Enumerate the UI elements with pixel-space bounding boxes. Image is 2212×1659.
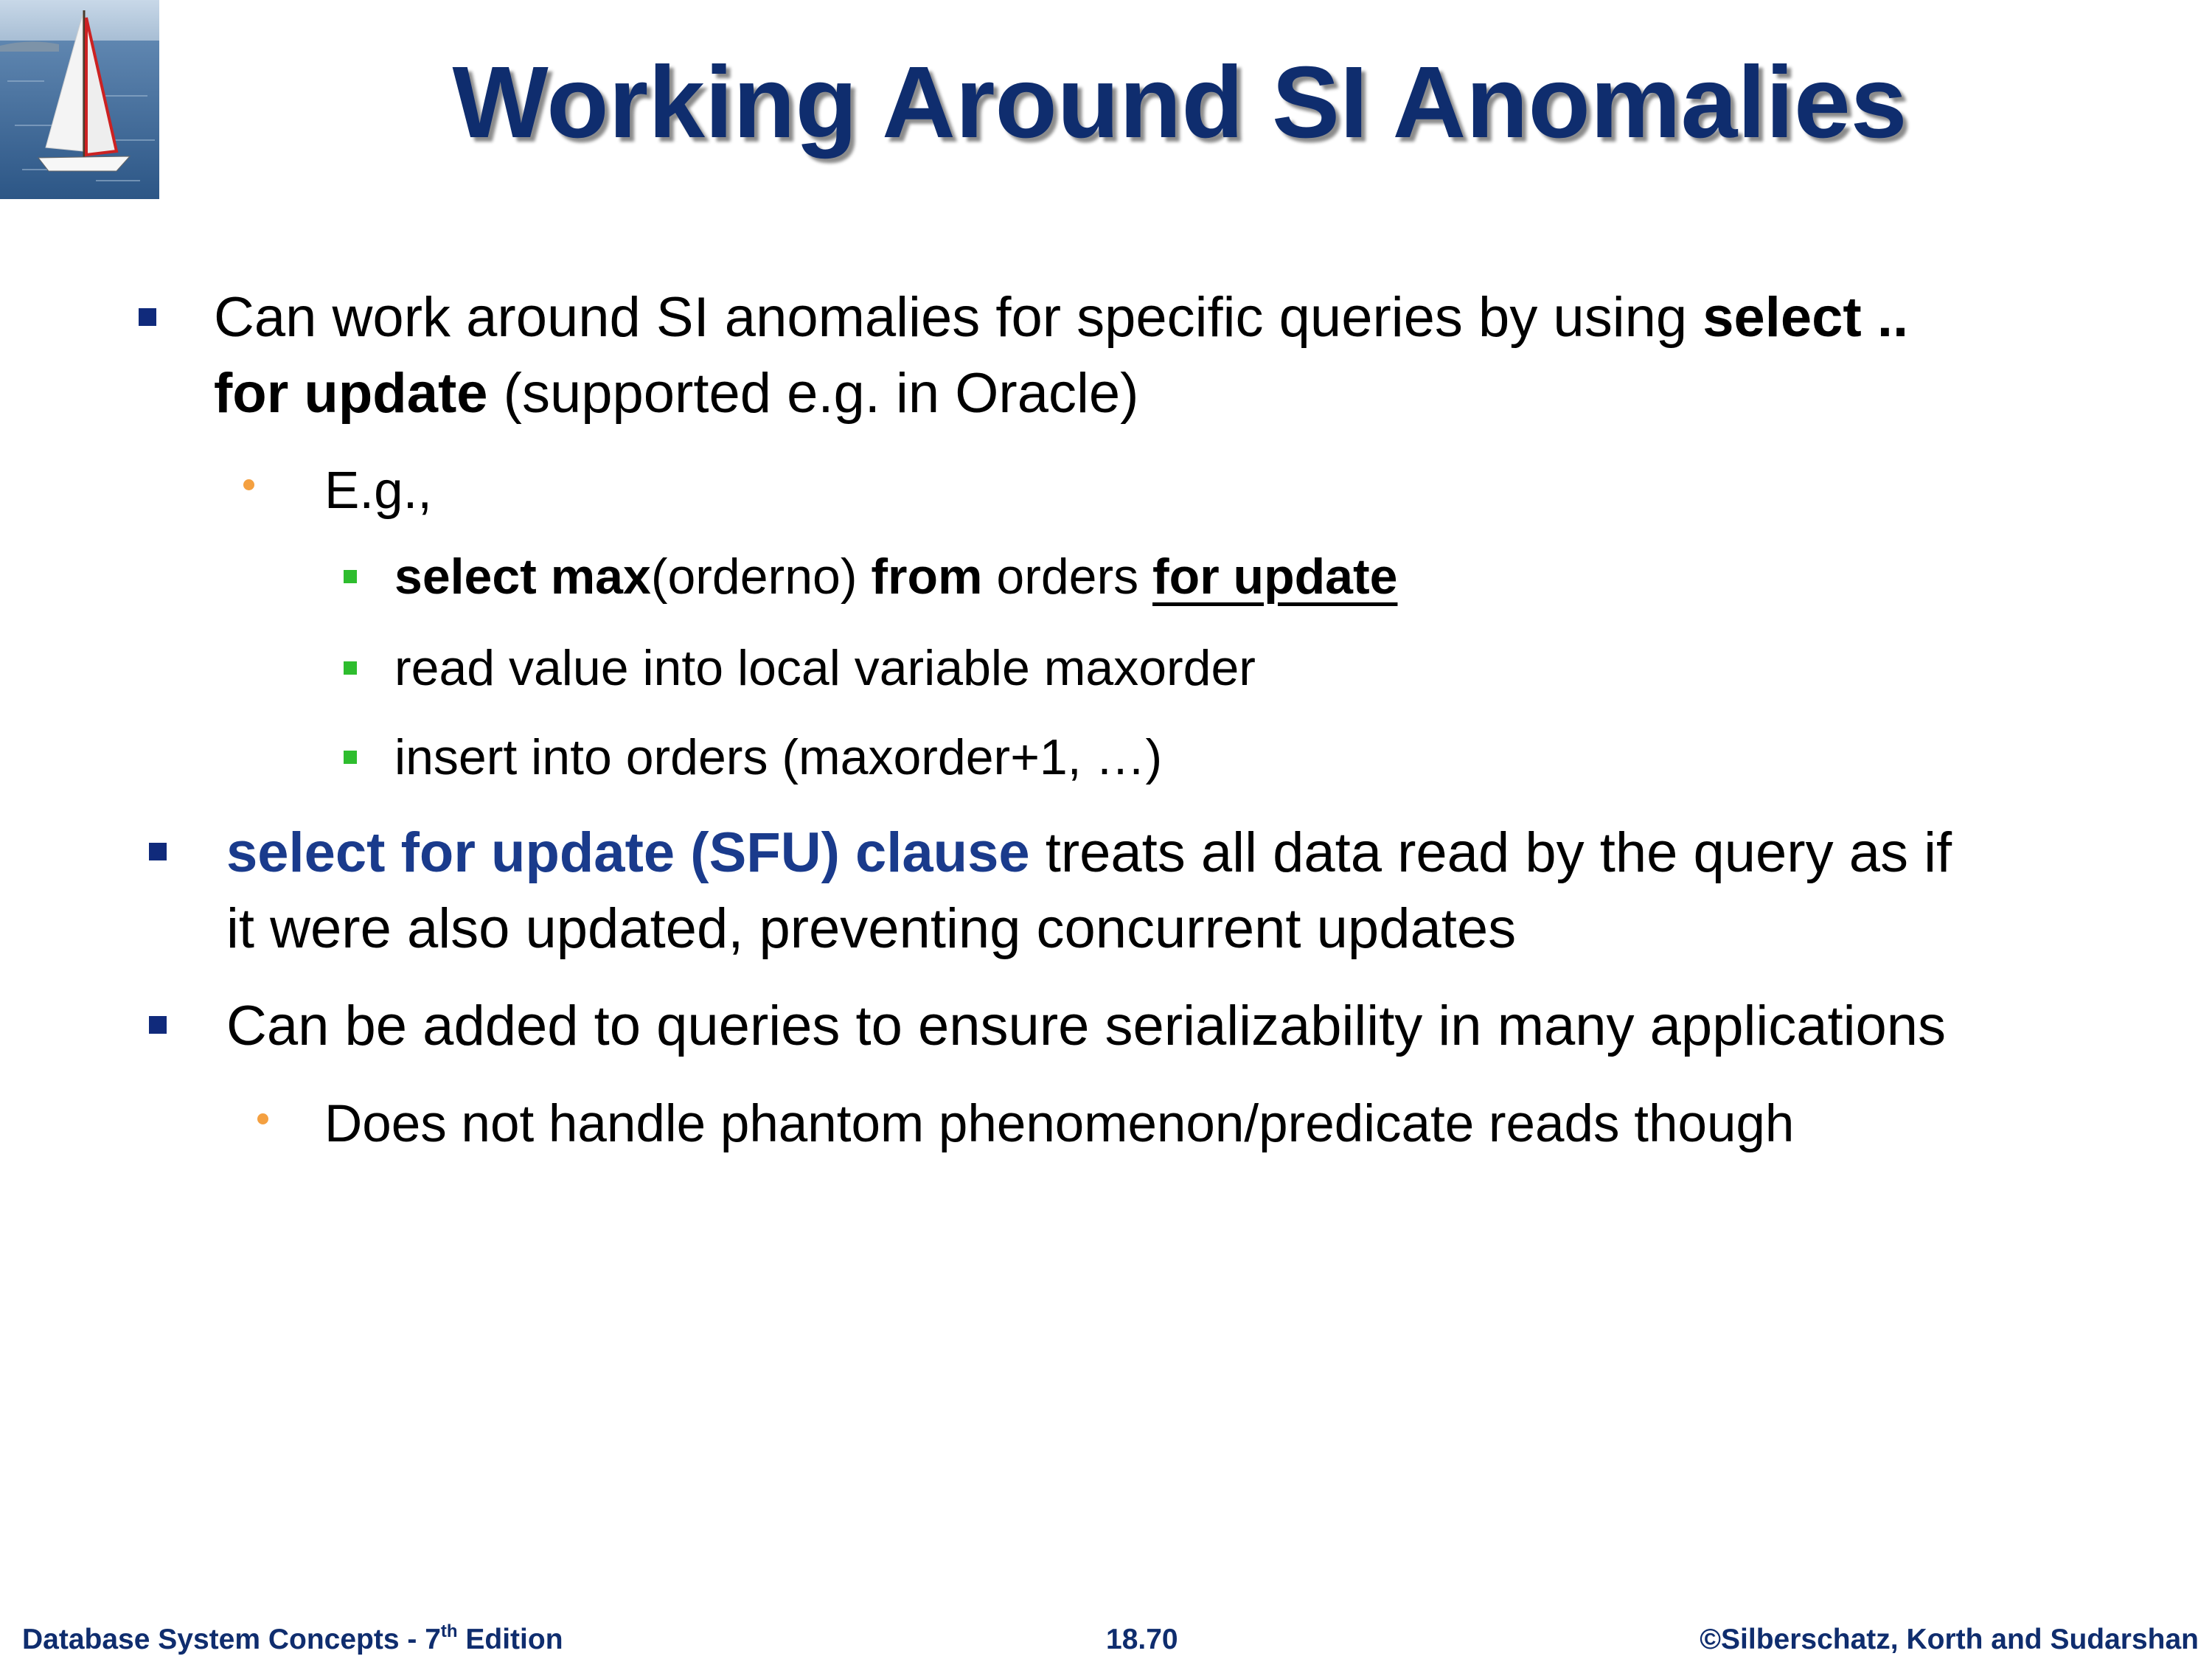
- item-marker: [344, 570, 357, 583]
- item-marker: [344, 751, 357, 764]
- sub-bullet-eg: E.g.,: [324, 462, 433, 520]
- bullet-2-line-2: it were also updated, preventing concurr…: [226, 897, 1517, 960]
- footer-book-title: Database System Concepts - 7th Edition: [22, 1623, 563, 1655]
- bullet-1-text: Can work around SI anomalies for specifi…: [214, 286, 1703, 349]
- bullet-marker: [149, 1016, 167, 1034]
- bullet-1-keyword: for update: [214, 362, 488, 425]
- read-value-line: read value into local variable maxorder: [394, 640, 1256, 696]
- bullet-1-line-1: Can work around SI anomalies for specifi…: [214, 290, 1908, 346]
- sql-select-line: select max(orderno) from orders for upda…: [394, 552, 1397, 602]
- bullet-2-line-1: select for update (SFU) clause treats al…: [226, 825, 1952, 881]
- bullet-1-line-2: for update (supported e.g. in Oracle): [214, 366, 1138, 422]
- footer-book-name: Database System Concepts - 7: [22, 1624, 441, 1655]
- bullet-2-text: treats all data read by the query as if: [1029, 821, 1952, 884]
- footer-copyright: ©Silberschatz, Korth and Sudarshan: [1700, 1624, 2199, 1655]
- sql-keyword: select max: [394, 549, 651, 605]
- sub-bullet-marker: [243, 479, 254, 490]
- slide-title: Working Around SI Anomalies: [452, 46, 1907, 159]
- sub-bullet-phantom: Does not handle phantom phenomenon/predi…: [324, 1095, 1795, 1153]
- sql-text: orders: [982, 549, 1153, 605]
- sql-text: (orderno): [650, 549, 872, 605]
- item-marker: [344, 661, 357, 675]
- bullet-marker: [149, 843, 167, 860]
- insert-line: insert into orders (maxorder+1, …): [394, 729, 1163, 785]
- bullet-1-keyword: select ..: [1703, 286, 1909, 349]
- sub-bullet-marker: [257, 1113, 268, 1124]
- bullet-marker: [139, 308, 156, 326]
- bullet-1-text: (supported e.g. in Oracle): [487, 362, 1139, 425]
- footer-edition: Edition: [457, 1624, 563, 1655]
- footer-superscript: th: [440, 1621, 458, 1641]
- sfu-highlight: select for update (SFU) clause: [226, 821, 1030, 884]
- sql-keyword-underlined: for update: [1152, 549, 1398, 605]
- sql-keyword: from: [871, 549, 983, 605]
- page-number: 18.70: [1106, 1624, 1178, 1655]
- bullet-3-line: Can be added to queries to ensure serial…: [226, 995, 1947, 1057]
